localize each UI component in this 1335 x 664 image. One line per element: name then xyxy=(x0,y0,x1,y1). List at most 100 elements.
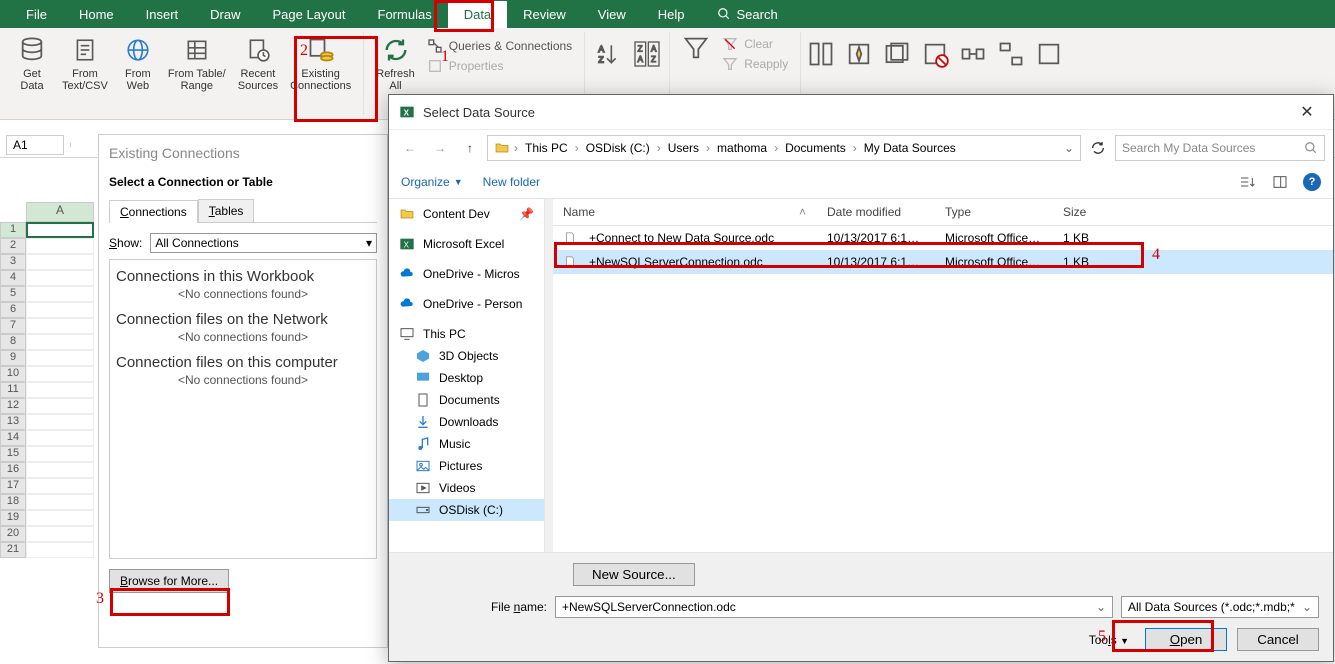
cancel-button[interactable]: Cancel xyxy=(1237,628,1319,651)
cell[interactable] xyxy=(26,270,94,286)
cell[interactable] xyxy=(26,414,94,430)
help-button[interactable]: ? xyxy=(1303,173,1321,191)
tree-music[interactable]: Music xyxy=(389,433,544,455)
tree-this-pc[interactable]: This PC xyxy=(389,323,544,345)
row-header[interactable]: 17 xyxy=(0,478,26,494)
row-header[interactable]: 16 xyxy=(0,462,26,478)
tree-pictures[interactable]: Pictures xyxy=(389,455,544,477)
new-folder-button[interactable]: New folder xyxy=(483,175,540,189)
row-header[interactable]: 2 xyxy=(0,238,26,254)
tab-file[interactable]: File xyxy=(10,1,63,28)
col-type[interactable]: Type xyxy=(935,199,1053,225)
flash-fill-icon[interactable] xyxy=(845,40,873,68)
cell[interactable] xyxy=(26,254,94,270)
filename-input[interactable]: +NewSQLServerConnection.odc ⌄ xyxy=(555,596,1113,618)
row-header[interactable]: 8 xyxy=(0,334,26,350)
data-validation-icon[interactable] xyxy=(921,40,949,68)
row-header[interactable]: 3 xyxy=(0,254,26,270)
row-header[interactable]: 11 xyxy=(0,382,26,398)
tree-onedrive-ms[interactable]: OneDrive - Micros xyxy=(389,263,544,285)
ribbon-search[interactable]: Search xyxy=(701,1,794,28)
tab-home[interactable]: Home xyxy=(63,1,130,28)
tree-videos[interactable]: Videos xyxy=(389,477,544,499)
cell[interactable] xyxy=(26,318,94,334)
cell[interactable] xyxy=(26,286,94,302)
cell[interactable] xyxy=(26,526,94,542)
chevron-down-icon[interactable]: ⌄ xyxy=(1064,141,1074,155)
existing-connections-button[interactable]: Existing Connections xyxy=(284,32,357,115)
tree-content-dev[interactable]: Content Dev📌 xyxy=(389,203,544,225)
filetype-dropdown[interactable]: All Data Sources (*.odc;*.mdb;* ⌄ xyxy=(1121,596,1319,618)
col-date[interactable]: Date modified xyxy=(817,199,935,225)
from-web-button[interactable]: From Web xyxy=(114,32,162,115)
refresh-button[interactable] xyxy=(1085,135,1111,161)
relationships-icon[interactable] xyxy=(997,40,1025,68)
cell[interactable] xyxy=(26,446,94,462)
remove-duplicates-icon[interactable] xyxy=(883,40,911,68)
cell[interactable] xyxy=(26,334,94,350)
tab-insert[interactable]: Insert xyxy=(130,1,195,28)
file-row-selected[interactable]: +NewSQLServerConnection.odc 10/13/2017 6… xyxy=(553,250,1333,274)
tab-page-layout[interactable]: Page Layout xyxy=(257,1,362,28)
cell[interactable] xyxy=(26,366,94,382)
cell[interactable] xyxy=(26,302,94,318)
breadcrumb[interactable]: › This PC › OSDisk (C:) › Users › mathom… xyxy=(487,135,1081,161)
text-to-columns-icon[interactable] xyxy=(807,40,835,68)
manage-data-model-icon[interactable] xyxy=(1035,40,1063,68)
view-options-icon[interactable] xyxy=(1237,174,1257,190)
filter-icon[interactable] xyxy=(676,32,716,64)
tools-dropdown[interactable]: Tools ▼ xyxy=(1089,633,1129,647)
row-header[interactable]: 14 xyxy=(0,430,26,446)
cell[interactable] xyxy=(26,462,94,478)
row-header[interactable]: 1 xyxy=(0,222,26,238)
get-data-button[interactable]: Get Data xyxy=(8,32,56,115)
sort-az-icon[interactable]: AZ xyxy=(591,38,623,70)
from-table-button[interactable]: From Table/ Range xyxy=(162,32,232,115)
crumb-documents[interactable]: Documents xyxy=(782,141,849,155)
queries-connections-button[interactable]: Queries & Connections xyxy=(421,36,578,56)
recent-sources-button[interactable]: Recent Sources xyxy=(232,32,284,115)
file-row[interactable]: +Connect to New Data Source.odc 10/13/20… xyxy=(553,226,1333,250)
col-size[interactable]: Size xyxy=(1053,199,1133,225)
crumb-osdisk[interactable]: OSDisk (C:) xyxy=(583,141,653,155)
preview-pane-icon[interactable] xyxy=(1271,174,1289,190)
tree-excel[interactable]: XMicrosoft Excel xyxy=(389,233,544,255)
sort-za-icon[interactable]: ZAAZ xyxy=(631,38,663,70)
organize-button[interactable]: Organize▼ xyxy=(401,175,463,189)
row-header[interactable]: 21 xyxy=(0,542,26,558)
tree-documents[interactable]: Documents xyxy=(389,389,544,411)
cell[interactable] xyxy=(26,350,94,366)
name-box[interactable]: A1 xyxy=(6,135,64,155)
col-name[interactable]: Name˄ xyxy=(553,199,817,225)
tab-review[interactable]: Review xyxy=(507,1,582,28)
tree-downloads[interactable]: Downloads xyxy=(389,411,544,433)
from-text-button[interactable]: From Text/CSV xyxy=(56,32,114,115)
tree-splitter[interactable] xyxy=(545,199,553,552)
row-header[interactable]: 18 xyxy=(0,494,26,510)
row-header[interactable]: 20 xyxy=(0,526,26,542)
close-button[interactable]: ✕ xyxy=(1291,102,1323,122)
consolidate-icon[interactable] xyxy=(959,40,987,68)
tab-draw[interactable]: Draw xyxy=(194,1,256,28)
crumb-users[interactable]: Users xyxy=(665,141,702,155)
open-button[interactable]: Open xyxy=(1145,628,1227,651)
cell[interactable] xyxy=(26,494,94,510)
cell[interactable] xyxy=(26,398,94,414)
chevron-down-icon[interactable]: ⌄ xyxy=(1096,600,1106,614)
nav-back-button[interactable]: ← xyxy=(397,135,423,161)
row-header[interactable]: 4 xyxy=(0,270,26,286)
row-header[interactable]: 5 xyxy=(0,286,26,302)
tree-3d-objects[interactable]: 3D Objects xyxy=(389,345,544,367)
cell[interactable] xyxy=(26,222,94,238)
row-header[interactable]: 15 xyxy=(0,446,26,462)
crumb-my-data-sources[interactable]: My Data Sources xyxy=(861,141,959,155)
tab-connections[interactable]: Connections xyxy=(109,200,198,223)
row-header[interactable]: 7 xyxy=(0,318,26,334)
crumb-this-pc[interactable]: This PC xyxy=(522,141,571,155)
tab-data[interactable]: Data xyxy=(448,1,507,28)
tree-desktop[interactable]: Desktop xyxy=(389,367,544,389)
crumb-user[interactable]: mathoma xyxy=(714,141,770,155)
show-dropdown[interactable]: All Connections ▾ xyxy=(150,233,377,253)
row-header[interactable]: 13 xyxy=(0,414,26,430)
row-header[interactable]: 9 xyxy=(0,350,26,366)
